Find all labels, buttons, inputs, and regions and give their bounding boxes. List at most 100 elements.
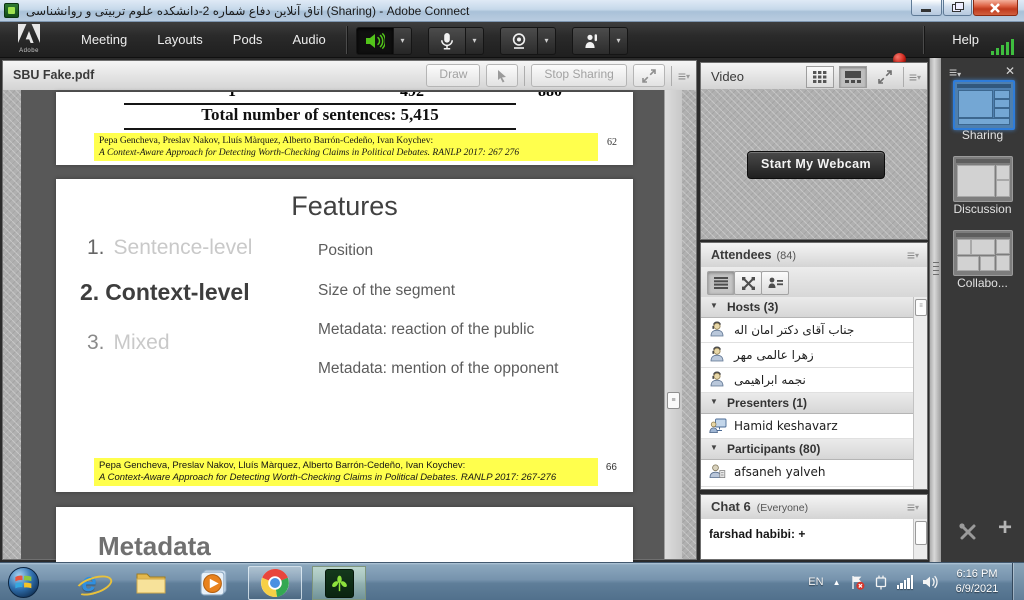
attendee-name: نجمه ابراهیمی (734, 373, 806, 387)
attendees-list: ▼ Hosts (3) جناب آقای دکتر امان اله زهرا… (701, 297, 927, 489)
webcam-button[interactable] (500, 27, 538, 55)
window-titlebar[interactable]: اتاق آنلاین دفاع شماره 2-دانشکده علوم تر… (0, 0, 1024, 22)
share-pod-body: ≡ 1 492 880 Total number of sentences: 5… (3, 90, 696, 559)
stop-sharing-button[interactable]: Stop Sharing (531, 64, 626, 87)
share-pod-header[interactable]: SBU Fake.pdf Draw Stop Sharing ≡▾ (3, 61, 696, 91)
slide-page-62: 1 492 880 Total number of sentences: 5,4… (56, 92, 633, 165)
breakout-view-icon (742, 277, 755, 290)
taskbar-chrome-button[interactable] (248, 566, 302, 600)
layout-tools-icon[interactable] (958, 522, 978, 547)
chat-messages[interactable]: farshad habibi: + (701, 519, 927, 559)
menu-layouts[interactable]: Layouts (142, 22, 218, 58)
collapse-arrow-icon[interactable]: ▼ (710, 301, 718, 310)
power-plug-icon[interactable] (874, 575, 888, 590)
attendee-row[interactable]: نجمه ابراهیمی (701, 368, 927, 393)
action-center-flag-icon[interactable] (850, 575, 865, 590)
chat-pod-menu-icon[interactable]: ≡▾ (907, 500, 919, 514)
taskbar-connect-button[interactable] (312, 566, 366, 600)
grid-view-button[interactable] (806, 66, 834, 88)
attendee-row[interactable]: Hamid keshavarz (701, 414, 927, 439)
restore-button[interactable] (943, 0, 972, 16)
share-margin-right (682, 90, 696, 559)
host-icon (709, 371, 726, 388)
collapse-arrow-icon[interactable]: ▼ (710, 443, 718, 452)
menu-pods[interactable]: Pods (218, 22, 278, 58)
attendee-row[interactable]: جناب آقای دکتر امان اله (701, 318, 927, 343)
pointer-button[interactable] (486, 64, 518, 87)
layout-thumbnail-collaboration[interactable] (953, 230, 1013, 276)
dock-grip-handle[interactable] (933, 262, 939, 278)
attendee-status-view-button[interactable] (761, 271, 789, 295)
adobe-logo-icon: Adobe (6, 24, 52, 56)
close-button[interactable] (973, 0, 1018, 16)
layout-thumbnail-sharing[interactable] (953, 80, 1015, 130)
breakout-view-button[interactable] (734, 271, 762, 295)
status-menu-caret[interactable]: ▾ (610, 27, 628, 55)
layout-label-collaboration[interactable]: Collabo... (941, 276, 1024, 290)
share-scrollbar[interactable]: ≡ (664, 90, 682, 559)
start-button[interactable] (6, 566, 40, 598)
help-menu[interactable]: Help (952, 22, 979, 58)
attendee-row-partial[interactable] (701, 487, 927, 489)
start-webcam-button[interactable]: Start My Webcam (747, 151, 885, 179)
attendees-pod-menu-icon[interactable]: ≡▾ (907, 248, 919, 262)
connection-signal-icon[interactable] (991, 39, 1014, 55)
attendee-row[interactable]: afsaneh yalveh (701, 460, 927, 487)
chat-pod-header[interactable]: Chat 6(Everyone) ≡▾ (701, 495, 927, 520)
attendee-group-presenters[interactable]: ▼ Presenters (1) (701, 393, 927, 414)
adobe-connect-window: اتاق آنلاین دفاع شماره 2-دانشکده علوم تر… (0, 0, 1024, 600)
layout-label-discussion[interactable]: Discussion (941, 202, 1024, 216)
tray-expand-icon[interactable]: ▲ (833, 578, 841, 587)
attendee-name: زهرا عالمی مهر (734, 348, 814, 362)
layout-bar-close-icon[interactable]: ✕ (1005, 64, 1015, 78)
add-pod-icon[interactable]: + (998, 514, 1012, 542)
adobe-connect-icon (325, 569, 354, 598)
chat-scrollbar-handle[interactable] (915, 521, 927, 545)
fullscreen-button[interactable] (633, 64, 665, 87)
table-cell: 1 (228, 92, 236, 101)
attendees-scrollbar[interactable]: ≡ (913, 297, 927, 489)
layout-label-sharing[interactable]: Sharing (941, 128, 1024, 142)
webcam-menu-caret[interactable]: ▾ (538, 27, 556, 55)
draw-button[interactable]: Draw (426, 64, 480, 87)
media-player-icon (199, 568, 228, 597)
video-pod: Video (700, 62, 928, 240)
attendee-group-participants[interactable]: ▼ Participants (80) (701, 439, 927, 460)
share-scrollbar-handle[interactable]: ≡ (667, 392, 680, 409)
taskbar-explorer-icon[interactable] (134, 566, 168, 598)
chat-scrollbar[interactable] (913, 519, 927, 559)
attendee-group-hosts[interactable]: ▼ Hosts (3) (701, 297, 927, 318)
layout-thumbnail-discussion[interactable] (953, 156, 1013, 202)
volume-icon[interactable] (922, 575, 938, 589)
raise-hand-button[interactable] (572, 27, 610, 55)
taskbar-mediaplayer-icon[interactable] (196, 566, 230, 598)
show-desktop-button[interactable] (1012, 563, 1024, 600)
language-indicator[interactable]: EN (808, 576, 823, 588)
video-pod-body: Start My Webcam (701, 89, 927, 239)
video-pod-menu-icon[interactable]: ≡▾ (909, 70, 921, 84)
microphone-button[interactable] (428, 27, 466, 55)
minimize-button[interactable] (911, 0, 942, 16)
filmstrip-view-button[interactable] (839, 66, 867, 88)
chat-pod-title: Chat 6 (711, 499, 751, 514)
video-fullscreen-button[interactable] (872, 67, 898, 87)
menu-meeting[interactable]: Meeting (66, 22, 142, 58)
microphone-control: ▾ (428, 27, 484, 53)
network-signal-icon[interactable] (897, 575, 914, 589)
taskbar-ie-icon[interactable]: e (72, 566, 106, 598)
menu-audio[interactable]: Audio (277, 22, 340, 58)
taskbar-clock[interactable]: 6:16 PM 6/9/2021 (944, 567, 1010, 597)
speaker-button[interactable] (356, 27, 394, 55)
video-pod-header[interactable]: Video (701, 63, 927, 90)
layout-bar-menu-icon[interactable]: ≡▾ (949, 64, 961, 80)
attendees-scrollbar-handle[interactable]: ≡ (915, 299, 927, 316)
attendee-list-view-button[interactable] (707, 271, 735, 295)
video-fullscreen-icon (878, 70, 892, 84)
collapse-arrow-icon[interactable]: ▼ (710, 397, 718, 406)
dock-divider[interactable] (929, 58, 941, 562)
speaker-menu-caret[interactable]: ▾ (394, 27, 412, 55)
attendees-pod-header[interactable]: Attendees(84) ≡▾ (701, 243, 927, 268)
microphone-menu-caret[interactable]: ▾ (466, 27, 484, 55)
share-pod-menu-icon[interactable]: ≡▾ (678, 69, 690, 83)
attendee-row[interactable]: زهرا عالمی مهر (701, 343, 927, 368)
